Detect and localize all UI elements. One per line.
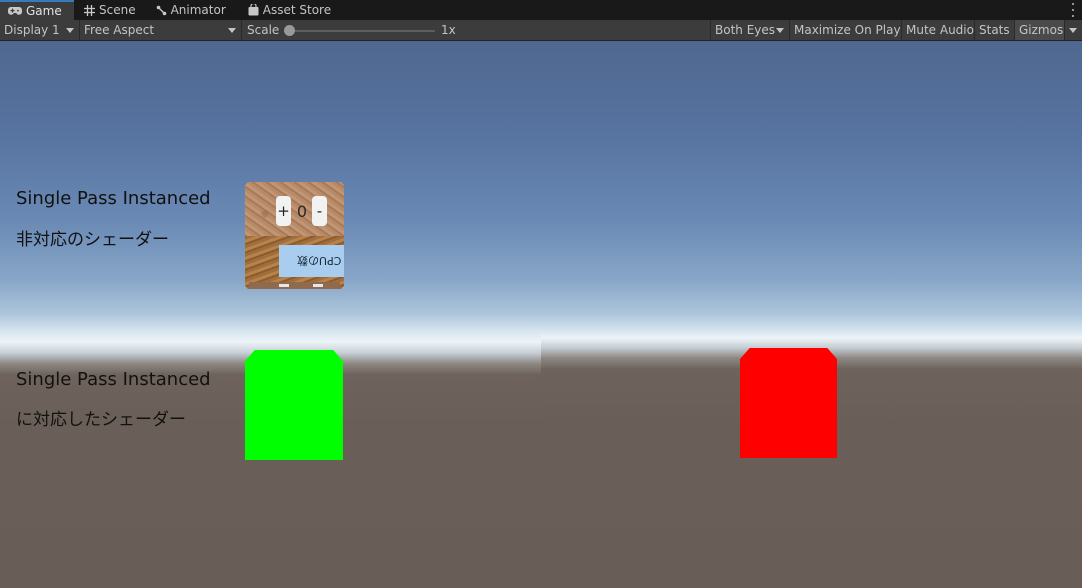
stats-toggle[interactable]: Stats <box>975 20 1015 40</box>
shopping-bag-icon <box>248 4 259 16</box>
cpu-count-label: CPUの数 <box>296 254 341 267</box>
grid-icon <box>84 4 95 16</box>
plus-button: + <box>276 196 291 226</box>
chevron-down-icon <box>776 28 784 33</box>
maximize-on-play-label: Maximize On Play <box>794 23 901 37</box>
textured-cube: + 0 - CPUの数 <box>245 182 344 289</box>
aspect-dropdown[interactable]: Free Aspect <box>80 20 242 40</box>
eyes-dropdown-value: Both Eyes <box>715 23 776 37</box>
red-cube <box>740 348 837 458</box>
tab-game-label: Game <box>26 4 62 18</box>
unsupported-label-line2: 非対応のシェーダー <box>16 230 169 250</box>
aspect-dropdown-value: Free Aspect <box>84 23 155 37</box>
green-cube <box>245 350 343 460</box>
gamepad-icon <box>8 7 22 15</box>
cube-bottom-edge <box>249 282 340 289</box>
stats-label: Stats <box>979 23 1010 37</box>
tab-scene[interactable]: Scene <box>74 0 146 20</box>
animator-icon <box>156 5 166 15</box>
scale-value: 1x <box>441 23 456 37</box>
tab-game[interactable]: Game <box>0 0 74 20</box>
gizmos-toggle[interactable]: Gizmos <box>1015 20 1065 40</box>
game-viewport[interactable]: Single Pass Instanced 非対応のシェーダー + 0 - CP… <box>0 41 1082 588</box>
maximize-on-play-toggle[interactable]: Maximize On Play <box>790 20 902 40</box>
chevron-down-icon <box>66 28 74 33</box>
mute-audio-label: Mute Audio <box>906 23 974 37</box>
chevron-down-icon <box>1069 28 1077 33</box>
supported-label-line1: Single Pass Instanced <box>16 369 211 390</box>
counter-value: 0 <box>296 201 308 221</box>
more-options-icon[interactable] <box>1070 3 1076 17</box>
cpu-count-panel: CPUの数 <box>279 245 344 277</box>
tab-asset-store-label: Asset Store <box>262 3 332 17</box>
tab-animator[interactable]: Animator <box>146 0 236 20</box>
supported-label-line2: に対応したシェーダー <box>16 410 186 430</box>
right-eye-view <box>541 41 1082 588</box>
mute-audio-toggle[interactable]: Mute Audio <box>902 20 975 40</box>
tab-animator-label: Animator <box>170 3 226 17</box>
left-eye-view: Single Pass Instanced 非対応のシェーダー + 0 - CP… <box>0 41 541 588</box>
window-tab-bar: Game Scene Animator Asset Store <box>0 0 1082 20</box>
eyes-dropdown[interactable]: Both Eyes <box>710 20 790 40</box>
tab-scene-label: Scene <box>99 3 136 17</box>
display-dropdown[interactable]: Display 1 <box>0 20 80 40</box>
unsupported-label-line1: Single Pass Instanced <box>16 188 211 209</box>
gizmos-dropdown[interactable] <box>1065 20 1082 40</box>
tab-asset-store[interactable]: Asset Store <box>236 0 341 20</box>
game-view-toolbar: Display 1 Free Aspect Scale 1x Both Eyes… <box>0 20 1082 41</box>
scale-slider-track[interactable] <box>289 30 435 32</box>
scale-slider-handle[interactable] <box>284 25 295 36</box>
scale-label: Scale <box>247 23 280 37</box>
display-dropdown-value: Display 1 <box>4 23 60 37</box>
gizmos-label: Gizmos <box>1019 23 1064 37</box>
chevron-down-icon <box>228 28 236 33</box>
minus-button: - <box>312 196 327 226</box>
